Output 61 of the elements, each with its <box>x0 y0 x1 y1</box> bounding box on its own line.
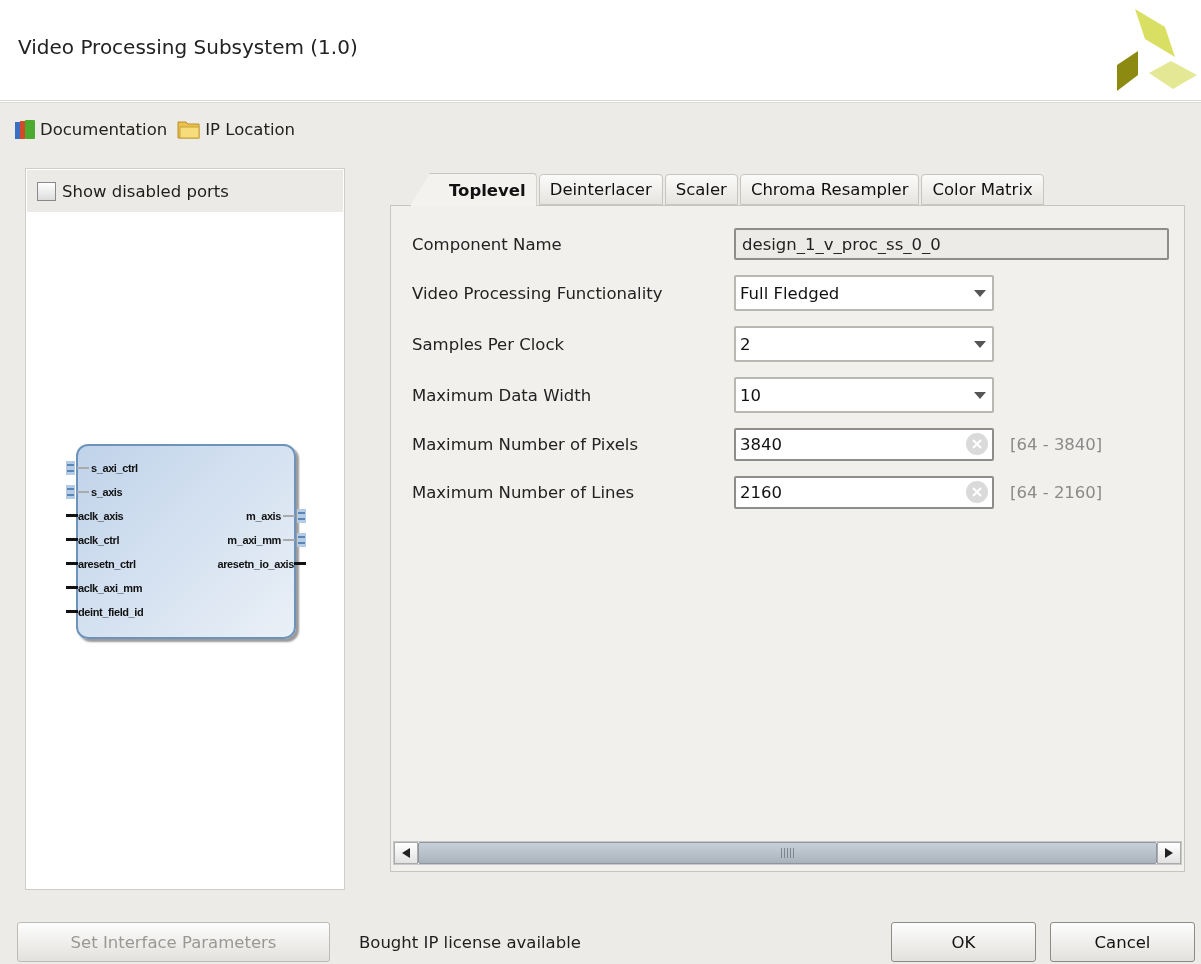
range-hint: [64 - 3840] <box>1010 435 1103 454</box>
field-label: Maximum Number of Pixels <box>412 435 639 454</box>
connector-icon <box>283 538 295 541</box>
port-label: s_axi_ctrl <box>91 461 138 474</box>
bus-port-icon <box>66 460 75 475</box>
tab[interactable]: Chroma Resampler <box>739 174 920 205</box>
dropdown[interactable]: 10 <box>734 377 994 413</box>
bus-port-icon <box>66 484 75 499</box>
tab[interactable]: Toplevel <box>410 173 537 206</box>
dialog-button[interactable]: Cancel <box>1050 922 1195 962</box>
scroll-left-button[interactable] <box>394 842 418 864</box>
license-status: Bought IP license available <box>359 932 582 952</box>
field-label: Component Name <box>412 234 563 254</box>
caret-icon <box>974 391 986 399</box>
port-label: s_axis <box>91 485 123 498</box>
toolbar-link[interactable]: Documentation <box>14 118 168 140</box>
port-label: aclk_axis <box>78 509 124 522</box>
pin-icon <box>66 514 78 517</box>
component-name-field[interactable]: design_1_v_proc_ss_0_0 <box>734 228 1169 260</box>
checkbox-icon[interactable] <box>37 181 56 201</box>
clear-icon[interactable] <box>966 433 988 455</box>
pin-icon <box>294 562 306 565</box>
port-label: m_axis <box>246 509 281 522</box>
connector-icon <box>77 466 89 469</box>
number-field[interactable]: 3840 <box>734 428 994 461</box>
pin-icon <box>66 538 78 541</box>
port-label: aclk_ctrl <box>78 533 120 546</box>
window-title: Video Processing Subsystem (1.0) <box>18 35 358 59</box>
port-label: aclk_axi_mm <box>78 581 143 594</box>
port-label: aresetn_io_axis <box>217 557 294 570</box>
tab[interactable]: Deinterlacer <box>538 174 663 205</box>
toolbar-link[interactable]: IP Location <box>177 119 296 139</box>
connector-icon <box>77 490 89 493</box>
connector-icon <box>283 514 295 517</box>
folder-icon <box>177 119 202 139</box>
dialog-button[interactable]: OK <box>891 922 1036 962</box>
caret-icon <box>974 340 986 348</box>
pin-icon <box>66 610 78 613</box>
right-arrow-icon <box>1165 848 1173 858</box>
dropdown[interactable]: 2 <box>734 326 994 362</box>
tab[interactable]: Color Matrix <box>921 174 1044 205</box>
field-label: Samples Per Clock <box>412 334 566 354</box>
port-label: deint_field_id <box>78 605 144 618</box>
pin-icon <box>66 586 78 589</box>
port-label: aresetn_ctrl <box>78 557 136 570</box>
field-label: Maximum Data Width <box>412 385 593 405</box>
number-field[interactable]: 2160 <box>734 476 994 509</box>
pin-icon <box>66 562 78 565</box>
scroll-right-button[interactable] <box>1157 842 1181 864</box>
bus-port-icon <box>297 508 306 523</box>
caret-icon <box>974 289 986 297</box>
field-label: Maximum Number of Lines <box>412 483 636 502</box>
left-arrow-icon <box>402 848 410 858</box>
field-label: Video Processing Functionality <box>412 283 664 303</box>
port-label: m_axi_mm <box>227 533 281 546</box>
bus-port-icon <box>297 532 306 547</box>
range-hint: [64 - 2160] <box>1010 483 1103 502</box>
tab[interactable]: Scaler <box>664 174 738 205</box>
dropdown[interactable]: Full Fledged <box>734 275 994 311</box>
books-icon <box>14 118 36 140</box>
clear-icon[interactable] <box>966 481 988 503</box>
